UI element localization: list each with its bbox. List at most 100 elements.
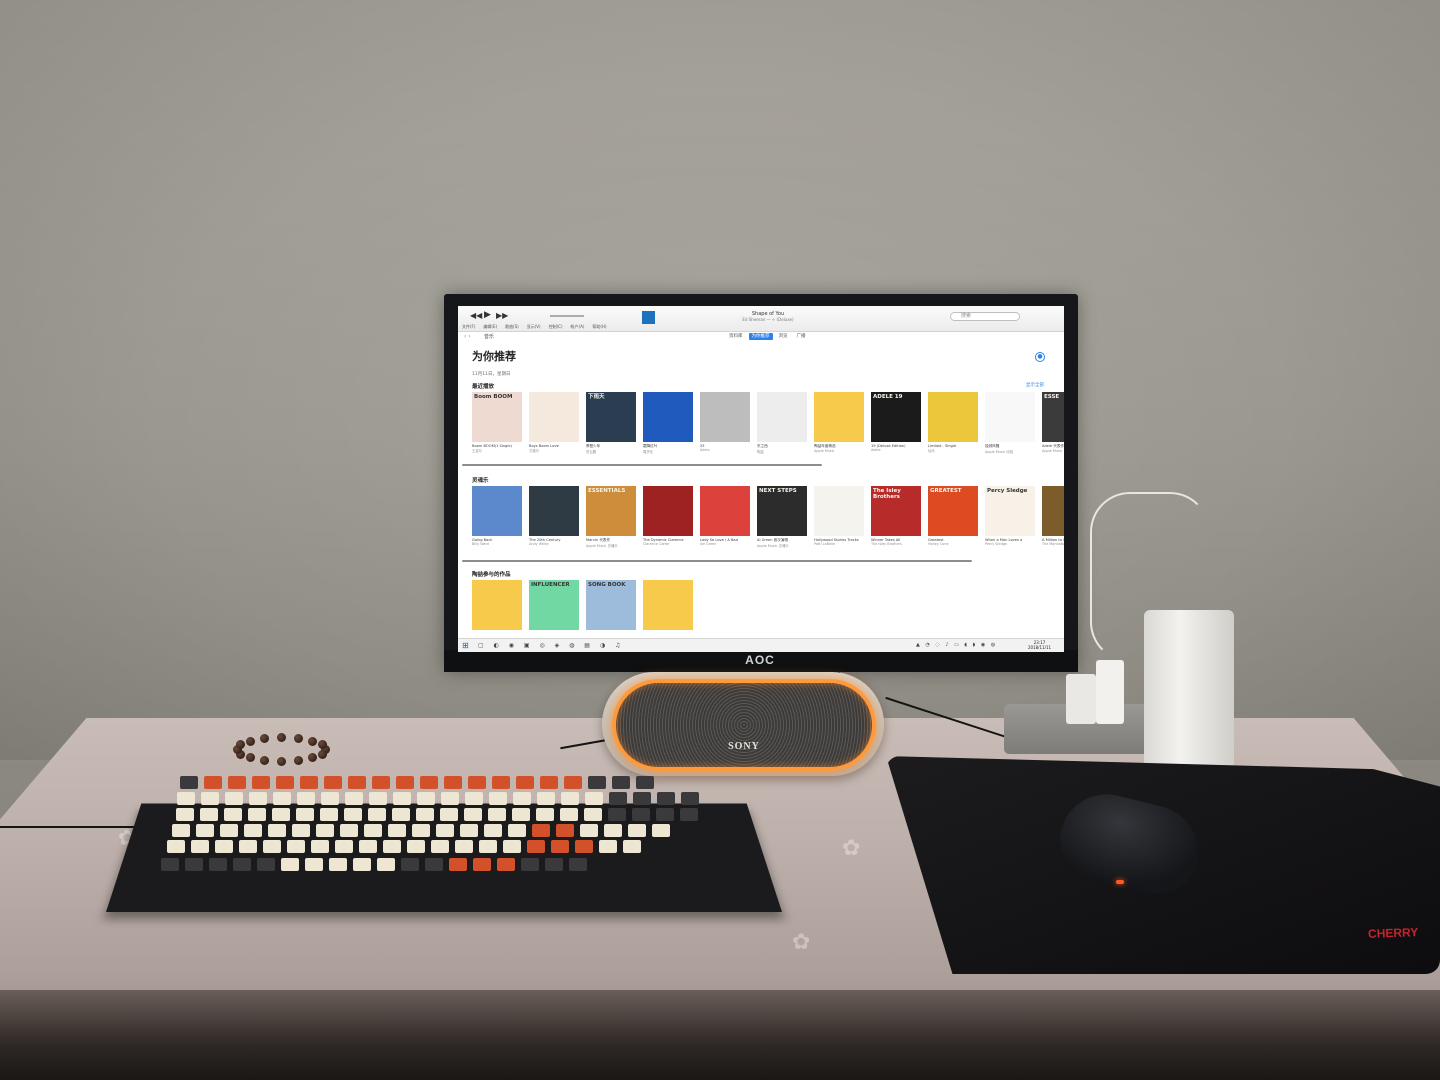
album-card[interactable]: ESSE Adele 代表作 Apple Music: [1042, 392, 1064, 453]
album-cover[interactable]: [700, 392, 750, 442]
keycap: [455, 840, 474, 853]
album-cover-text: Boom BOOM: [474, 394, 513, 400]
menu-item[interactable]: 编辑(E): [483, 324, 497, 329]
album-card[interactable]: 陶喆年度精选 Apple Music: [814, 392, 864, 453]
keycap: [392, 792, 411, 805]
keycap: [599, 840, 618, 853]
album-cover[interactable]: [472, 580, 522, 630]
keycap: [656, 792, 675, 805]
album-card[interactable]: [643, 580, 693, 630]
album-cover-text: INFLUENCER: [531, 582, 570, 588]
album-artist: 仙乐: [928, 449, 935, 453]
section-title: 最近播放: [472, 384, 495, 390]
album-card[interactable]: The 20th Century Andy White: [529, 486, 579, 546]
album-card[interactable]: The Dynamic Clarence Clarence Carter: [643, 486, 693, 546]
album-cover[interactable]: The Isley Brothers: [871, 486, 921, 536]
album-card[interactable]: Lady So Love / A Bad Ike Green: [700, 486, 750, 546]
tab-item[interactable]: 为你推荐: [748, 333, 773, 340]
album-cover[interactable]: 下雨天: [586, 392, 636, 442]
album-card[interactable]: SONG BOOK: [586, 580, 636, 630]
album-cover[interactable]: ESSENTIALS: [586, 486, 636, 536]
menu-item[interactable]: 帮助(H): [592, 324, 606, 329]
album-cover[interactable]: [643, 486, 693, 536]
album-card[interactable]: ESSENTIALS Marvin 代表作 Apple Music 灵魂乐: [586, 486, 636, 548]
album-card[interactable]: Percy Sledge When a Man Loves a Percy Sled…: [985, 486, 1035, 546]
album-card[interactable]: NEXT STEPS Al Green 首次演唱 Apple Music 灵魂乐: [757, 486, 807, 548]
album-card[interactable]: A Million to OneThe Manhattans: [1042, 486, 1064, 546]
account-icon[interactable]: ●: [1035, 352, 1045, 362]
search-input[interactable]: 搜索: [950, 312, 1020, 321]
album-card[interactable]: [472, 580, 522, 630]
bracelet-bead: [277, 733, 286, 742]
monitor-brand-logo: AOC: [745, 653, 775, 667]
section-title: 灵魂乐: [472, 478, 489, 484]
previous-icon[interactable]: ◀◀: [470, 311, 482, 320]
windows-start-icon[interactable]: ⊞: [462, 641, 469, 650]
album-card[interactable]: Going Back Billy Ward: [472, 486, 522, 546]
album-card[interactable]: 下雨天 摩登少年 岳云鹏: [586, 392, 636, 454]
tab-item[interactable]: 浏览: [776, 333, 791, 340]
tab-item[interactable]: 资料库: [726, 333, 746, 340]
volume-slider[interactable]: [550, 315, 584, 317]
album-cover[interactable]: [814, 392, 864, 442]
play-icon[interactable]: ▶: [484, 310, 491, 320]
keycap: [444, 776, 462, 789]
album-cover[interactable]: GREATEST: [928, 486, 978, 536]
horizontal-scrollbar[interactable]: [462, 560, 972, 562]
library-select[interactable]: 音乐: [484, 333, 494, 340]
keycap: [431, 840, 450, 853]
album-cover[interactable]: Boom BOOM: [472, 392, 522, 442]
album-card[interactable]: 霜降红叶 周杰伦: [643, 392, 693, 454]
keycap: [247, 808, 266, 821]
see-all-link[interactable]: 显示全部: [1026, 382, 1044, 388]
album-card[interactable]: Boom BOOM Boom BOOM(1 Single) 王嘉尔: [472, 392, 522, 453]
album-card[interactable]: GREATEST Greatest Honey Cone: [928, 486, 978, 546]
next-icon[interactable]: ▶▶: [496, 311, 508, 320]
taskbar-app-icons[interactable]: ▢ ◐ ◉ ▣ ◎ ◈ ◍ ▤ ◑ ♫: [478, 642, 624, 649]
horizontal-scrollbar[interactable]: [462, 464, 822, 466]
power-bank: [1144, 610, 1234, 770]
album-cover[interactable]: INFLUENCER: [529, 580, 579, 630]
album-card[interactable]: ADELE 19 19 (Deluxe Edition) Adele: [871, 392, 921, 452]
album-cover[interactable]: [757, 392, 807, 442]
album-cover[interactable]: SONG BOOK: [586, 580, 636, 630]
album-card[interactable]: INFLUENCER: [529, 580, 579, 630]
keycap: [607, 808, 626, 821]
album-card[interactable]: Boys Boom Love 艾薇尔: [529, 392, 579, 453]
album-card[interactable]: The Isley Brothers Winner Takes All The Is…: [871, 486, 921, 546]
keycap: [292, 824, 311, 837]
keycap: [544, 858, 563, 871]
menu-item[interactable]: 帐户(A): [571, 324, 585, 329]
keycap: [508, 824, 527, 837]
album-cover-text: The Isley Brothers: [873, 488, 901, 500]
album-card[interactable]: 独领风骚 Apple Music 嘻哈: [985, 392, 1035, 454]
album-cover[interactable]: [985, 392, 1035, 442]
tab-item[interactable]: 广播: [794, 333, 809, 340]
menu-item[interactable]: 文件(F): [462, 324, 475, 329]
album-cover[interactable]: ESSE: [1042, 392, 1064, 442]
album-cover[interactable]: [643, 392, 693, 442]
album-card[interactable]: 25 Adele: [700, 392, 750, 452]
album-card[interactable]: Hollywood Stories Tracks Patti LaBelle: [814, 486, 864, 546]
album-cover[interactable]: ADELE 19: [871, 392, 921, 442]
keycap: [396, 776, 414, 789]
album-cover[interactable]: [928, 392, 978, 442]
now-playing-detail: Ed Sheeran — ÷ (Deluxe): [742, 317, 794, 322]
album-cover[interactable]: [529, 392, 579, 442]
album-card[interactable]: Limited - Single 仙乐: [928, 392, 978, 453]
album-cover[interactable]: [472, 486, 522, 536]
album-cover[interactable]: Percy Sledge: [985, 486, 1035, 536]
album-cover[interactable]: [1042, 486, 1064, 536]
album-cover[interactable]: [643, 580, 693, 630]
album-artist: Adele: [700, 448, 710, 452]
album-card[interactable]: 东之西 陶喆: [757, 392, 807, 454]
album-cover[interactable]: NEXT STEPS: [757, 486, 807, 536]
album-cover[interactable]: [814, 486, 864, 536]
menu-item[interactable]: 显示(V): [527, 324, 541, 329]
back-forward-icon[interactable]: ‹ ›: [464, 333, 471, 340]
album-cover[interactable]: [700, 486, 750, 536]
menu-item[interactable]: 控制(C): [549, 324, 563, 329]
menu-item[interactable]: 歌曲(S): [505, 324, 519, 329]
album-cover[interactable]: [529, 486, 579, 536]
system-tray-icons[interactable]: ▲ ◔ ◌ ♪ ▭ ◖ ◗ ◉ ◍: [916, 642, 997, 648]
